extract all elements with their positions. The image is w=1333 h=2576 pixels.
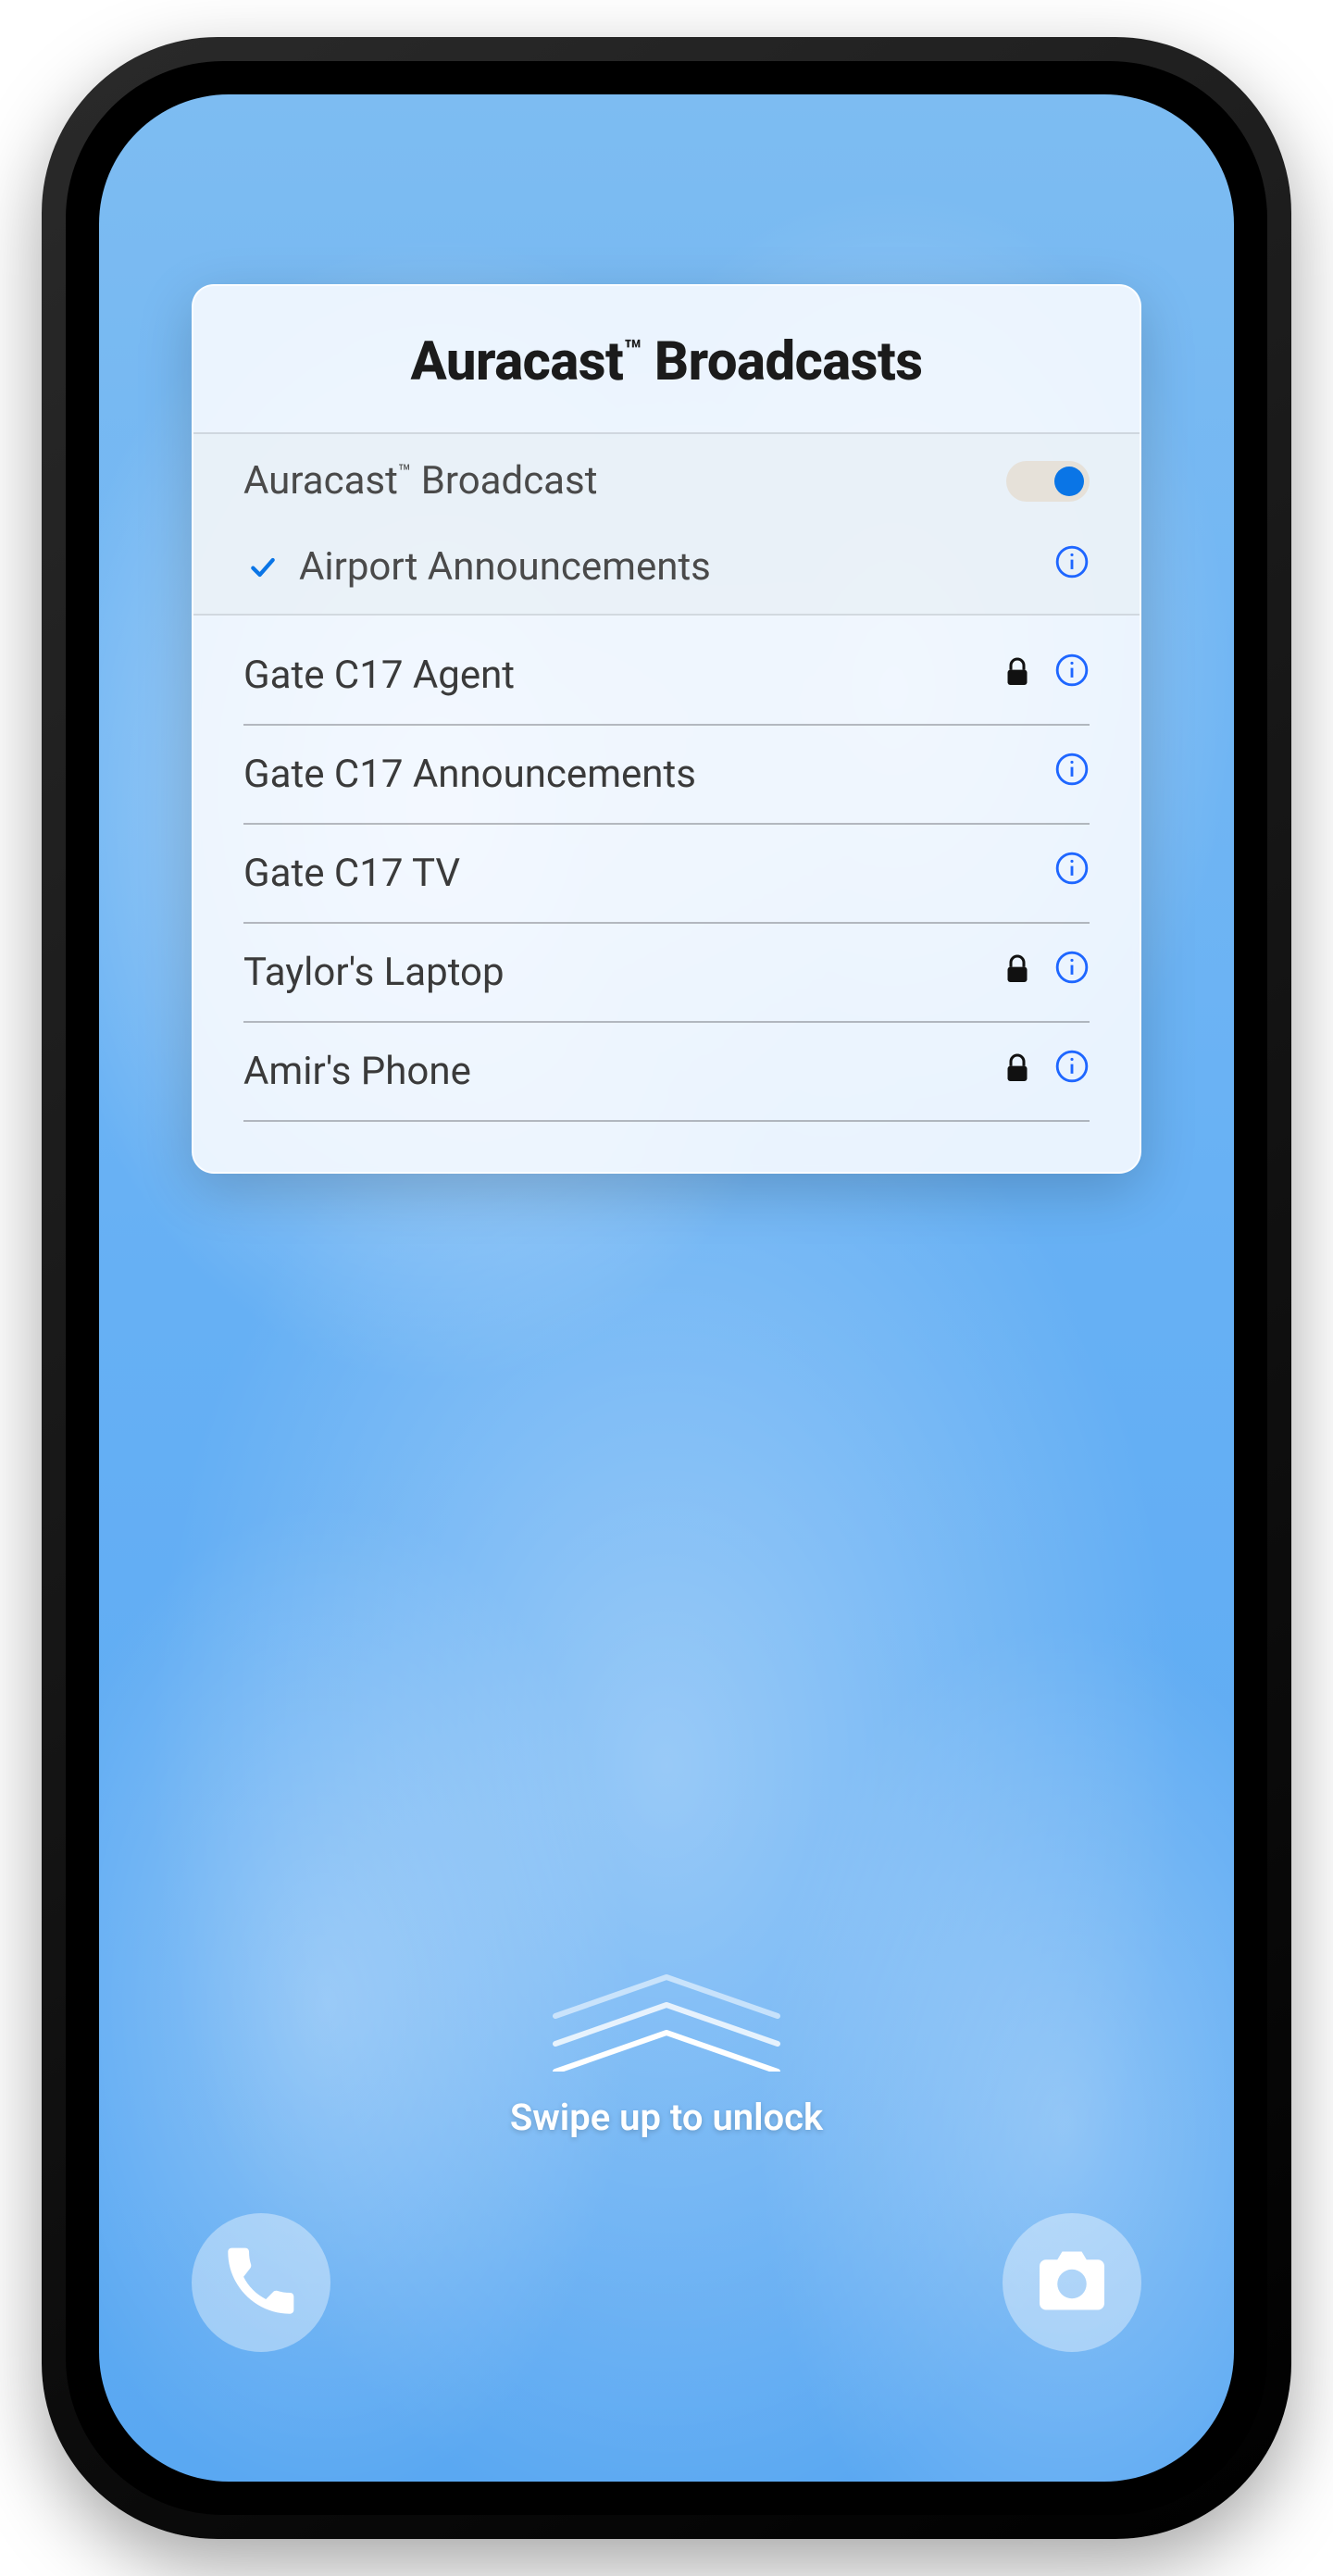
info-icon[interactable] (1054, 544, 1090, 590)
broadcast-item[interactable]: Taylor's Laptop (243, 924, 1090, 1023)
broadcasts-card: Auracast™ Broadcasts Auracast™ Broadcast (192, 284, 1141, 1174)
lock-icon (1004, 950, 1030, 995)
check-icon (243, 553, 282, 582)
broadcast-toggle-row: Auracast™ Broadcast (193, 438, 1140, 524)
lock-icon (1004, 653, 1030, 698)
camera-icon (1033, 2242, 1111, 2323)
phone-screen[interactable]: Auracast™ Broadcasts Auracast™ Broadcast (99, 94, 1234, 2482)
chevron-up-icon (528, 1960, 805, 2072)
trademark-symbol: ™ (623, 333, 642, 368)
broadcast-item-name: Gate C17 TV (243, 851, 1004, 896)
broadcast-item[interactable]: Gate C17 TV (243, 825, 1090, 924)
toggle-knob (1054, 467, 1084, 496)
phone-icon (222, 2242, 300, 2323)
broadcast-item[interactable]: Gate C17 Announcements (243, 726, 1090, 825)
broadcast-item-name: Taylor's Laptop (243, 950, 1004, 995)
info-icon[interactable] (1054, 851, 1090, 896)
trademark-symbol: ™ (398, 460, 411, 485)
broadcast-item-name: Gate C17 Agent (243, 653, 1004, 698)
lock-icon (1004, 1049, 1030, 1094)
page: Auracast™ Broadcasts Auracast™ Broadcast (0, 0, 1333, 2576)
phone-frame-inner: Auracast™ Broadcasts Auracast™ Broadcast (66, 61, 1267, 2515)
info-icon[interactable] (1054, 950, 1090, 995)
toggle-label-prefix: Auracast (243, 458, 398, 504)
card-title-suffix: Broadcasts (642, 330, 923, 393)
broadcast-item[interactable]: Gate C17 Agent (243, 621, 1090, 726)
broadcast-toggle-label: Auracast™ Broadcast (243, 458, 1006, 504)
broadcast-item-name: Gate C17 Announcements (243, 752, 1004, 797)
available-broadcasts-list: Gate C17 Agent (193, 616, 1140, 1172)
broadcast-item-name: Amir's Phone (243, 1049, 1004, 1094)
phone-shortcut-button[interactable] (192, 2213, 330, 2352)
info-icon[interactable] (1054, 752, 1090, 797)
swipe-up-label: Swipe up to unlock (510, 2096, 823, 2139)
broadcast-item[interactable]: Amir's Phone (243, 1023, 1090, 1122)
toggle-label-suffix: Broadcast (411, 458, 597, 504)
phone-frame-outer: Auracast™ Broadcasts Auracast™ Broadcast (42, 37, 1291, 2539)
broadcast-status-section: Auracast™ Broadcast (193, 434, 1140, 616)
broadcast-toggle[interactable] (1006, 461, 1090, 502)
card-title-prefix: Auracast (410, 330, 623, 393)
camera-shortcut-button[interactable] (1003, 2213, 1141, 2352)
info-icon[interactable] (1054, 1049, 1090, 1094)
connected-broadcast-name: Airport Announcements (299, 544, 1054, 590)
connected-broadcast-row[interactable]: Airport Announcements (193, 524, 1140, 610)
swipe-up-block[interactable]: Swipe up to unlock (99, 1960, 1234, 2139)
card-title: Auracast™ Broadcasts (193, 286, 1140, 434)
info-icon[interactable] (1054, 653, 1090, 698)
